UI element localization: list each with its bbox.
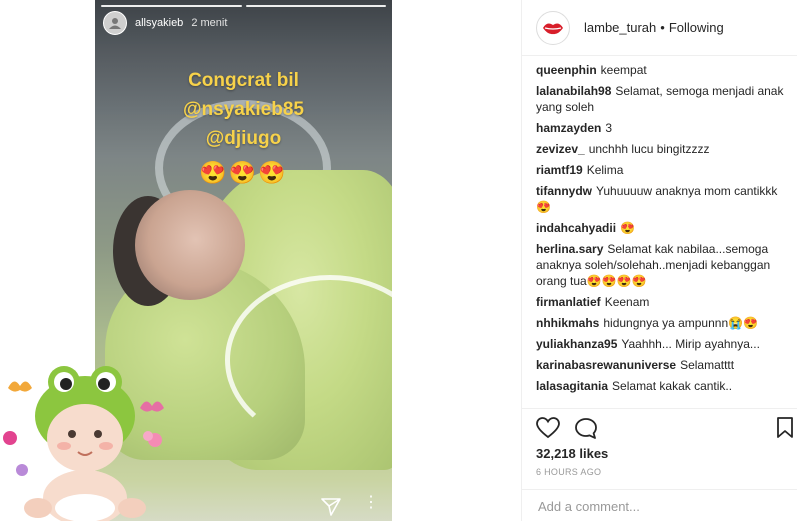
comment-item: karinabasrewanuniverse Selamatttt [536, 357, 788, 373]
story-username[interactable]: allsyakieb [135, 17, 183, 29]
story-progress-bar [101, 5, 386, 7]
user-icon [109, 18, 121, 29]
comment-username[interactable]: tifannydw [536, 184, 592, 198]
lips-avatar[interactable] [536, 10, 570, 45]
comment-item: lalasagitania Selamat kakak cantik.. [536, 378, 788, 394]
comment-icon[interactable] [574, 417, 598, 439]
baby-frog-sticker [3, 366, 164, 521]
comments-list[interactable]: queenphin keempat lalanabilah98 Selamat, s… [536, 62, 788, 406]
comment-text: hidungnya ya ampunnn😭😍 [603, 316, 759, 330]
following-button[interactable]: Following [669, 20, 724, 35]
add-comment-input[interactable] [536, 498, 780, 515]
comment-item: indahcahyadii 😍 [536, 220, 788, 236]
baby-face [135, 190, 245, 300]
story-caption-line: @djiugo [205, 128, 282, 149]
post-header: lambe_turah • Following [522, 0, 797, 56]
comment-username[interactable]: nhhikmahs [536, 316, 599, 330]
comment-username[interactable]: yuliakhanza95 [536, 337, 617, 351]
comment-username[interactable]: hamzayden [536, 121, 601, 135]
comment-item: hamzayden 3 [536, 120, 788, 136]
comment-username[interactable]: herlina.sary [536, 242, 603, 256]
comment-text: Keenam [604, 295, 650, 309]
post-username[interactable]: lambe_turah [584, 20, 656, 35]
comment-text: Selamatttt [680, 358, 735, 372]
post-actions: 32,218 likes 6 HOURS AGO [522, 408, 797, 522]
comment-item: zevizev_ unchhh lucu bingitzzzz [536, 141, 788, 157]
heart-icon[interactable] [536, 417, 560, 439]
comment-username[interactable]: riamtf19 [536, 163, 583, 177]
lips-icon [543, 23, 563, 34]
story-avatar[interactable] [103, 11, 127, 35]
comment-item: herlina.sary Selamat kak nabilaa...semoga… [536, 241, 788, 289]
comment-username[interactable]: lalanabilah98 [536, 84, 611, 98]
comment-username[interactable]: queenphin [536, 63, 597, 77]
comment-username[interactable]: firmanlatief [536, 295, 601, 309]
comment-username[interactable]: lalasagitania [536, 379, 608, 393]
comment-item: queenphin keempat [536, 62, 788, 78]
comment-text: Kelima [586, 163, 624, 177]
comment-username[interactable]: karinabasrewanuniverse [536, 358, 676, 372]
comment-item: nhhikmahs hidungnya ya ampunnn😭😍 [536, 315, 788, 331]
post-media: allsyakieb 2 menit Congcrat bil @nsyakie… [0, 0, 521, 521]
post-timestamp: 6 HOURS AGO [536, 467, 602, 477]
story-time: 2 menit [191, 17, 228, 29]
add-comment-bar [522, 489, 797, 523]
more-options-icon[interactable]: ⋮ [363, 495, 379, 511]
story-header: allsyakieb 2 menit [103, 11, 227, 35]
bookmark-icon[interactable] [776, 417, 794, 439]
progress-segment [101, 5, 242, 7]
story-emojis: 😍😍😍 [199, 160, 288, 185]
comment-text: Yaahhh... Mirip ayahnya... [621, 337, 760, 351]
comment-item: tifannydw Yuhuuuuw anaknya mom cantikkk😍 [536, 183, 788, 215]
comment-text: keempat [600, 63, 647, 77]
comment-text: unchhh lucu bingitzzzz [588, 142, 710, 156]
comment-username[interactable]: indahcahyadii [536, 221, 616, 235]
progress-segment [245, 5, 386, 7]
comment-text: 😍 [620, 221, 635, 235]
comment-username[interactable]: zevizev_ [536, 142, 585, 156]
comment-item: riamtf19 Kelima [536, 162, 788, 178]
story-caption-line: Congcrat bil [188, 70, 299, 91]
post-sidebar: lambe_turah • Following queenphin keempat… [521, 0, 797, 521]
action-row [536, 415, 797, 443]
comment-item: yuliakhanza95 Yaahhh... Mirip ayahnya... [536, 336, 788, 352]
send-icon[interactable] [321, 498, 341, 516]
likes-count[interactable]: 32,218 likes [536, 446, 608, 461]
comment-text: 3 [605, 121, 613, 135]
story-caption-line: @nsyakieb85 [183, 99, 304, 120]
comment-text: Selamat kakak cantik.. [612, 379, 733, 393]
comment-item: firmanlatief Keenam [536, 294, 788, 310]
comment-item: lalanabilah98 Selamat, semoga menjadi ana… [536, 83, 788, 115]
separator-dot: • [660, 20, 665, 35]
